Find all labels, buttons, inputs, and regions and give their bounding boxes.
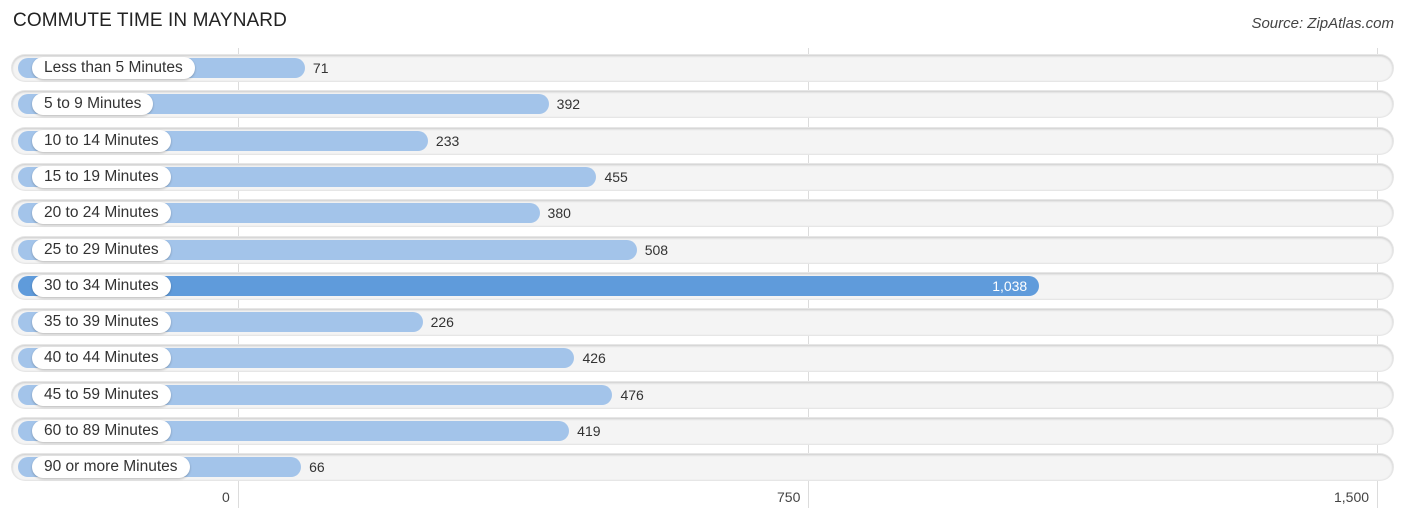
category-label: 10 to 14 Minutes bbox=[32, 129, 171, 152]
category-label: 60 to 89 Minutes bbox=[32, 420, 171, 442]
value-label: 392 bbox=[556, 96, 581, 113]
value-label: 508 bbox=[644, 241, 669, 258]
value-label: 426 bbox=[582, 350, 606, 367]
bar-chart: Less than 5 Minutes 71 5 to 9 Minutes 392 10… bbox=[0, 0, 1406, 522]
value-label: 455 bbox=[604, 168, 628, 185]
value-label: 380 bbox=[547, 205, 571, 222]
value-label: 233 bbox=[435, 132, 460, 149]
value-label: 226 bbox=[430, 314, 454, 331]
category-label: 40 to 44 Minutes bbox=[32, 347, 171, 370]
x-tick-label: 750 bbox=[777, 489, 801, 505]
value-label: 476 bbox=[620, 386, 644, 403]
category-label: 15 to 19 Minutes bbox=[32, 165, 171, 188]
category-label: Less than 5 Minutes bbox=[32, 57, 195, 79]
value-label: 1,038 bbox=[992, 277, 1028, 294]
category-label: 35 to 39 Minutes bbox=[32, 311, 171, 334]
x-tick-label: 0 bbox=[222, 489, 230, 505]
value-label: 419 bbox=[577, 423, 601, 439]
value-label: 66 bbox=[309, 459, 325, 476]
bar[interactable] bbox=[18, 275, 1040, 296]
value-label: 71 bbox=[312, 60, 329, 76]
category-label: 20 to 24 Minutes bbox=[32, 202, 171, 225]
category-label: 5 to 9 Minutes bbox=[32, 93, 154, 116]
category-label: 45 to 59 Minutes bbox=[32, 383, 171, 406]
category-label: 25 to 29 Minutes bbox=[32, 238, 171, 261]
x-tick-label: 1,500 bbox=[1334, 489, 1370, 505]
category-label: 90 or more Minutes bbox=[32, 456, 190, 479]
category-label: 30 to 34 Minutes bbox=[32, 274, 171, 297]
